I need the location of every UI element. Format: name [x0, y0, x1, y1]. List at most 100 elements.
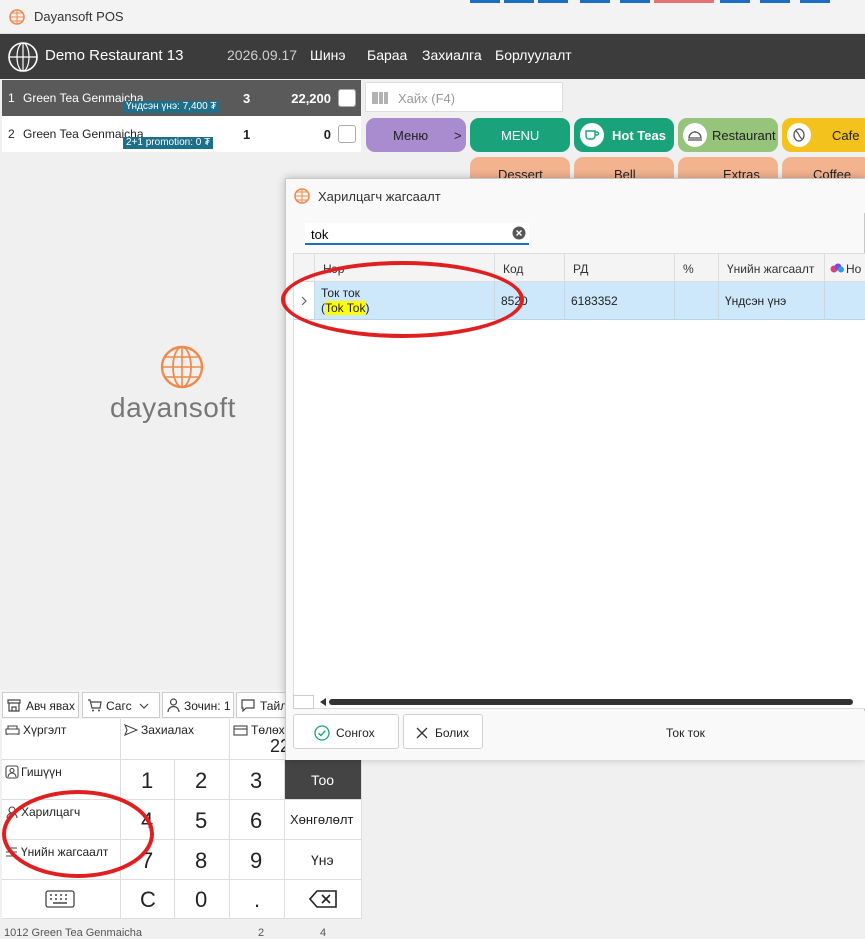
grid-header-percent[interactable]: % — [675, 254, 719, 282]
key-clear[interactable]: C — [121, 880, 175, 919]
product-search-box[interactable]: Хайх (F4) — [365, 82, 563, 112]
customer-price-list: Үндсэн үнэ — [725, 294, 787, 308]
grid-header-name[interactable]: Нэр — [315, 254, 495, 282]
close-icon — [416, 727, 428, 739]
grid-header-label: РД — [573, 262, 589, 276]
price-mode-button[interactable]: Үнэ — [285, 840, 362, 880]
brand-name: dayansoft — [110, 392, 236, 423]
qty-mode-button[interactable]: Тоо — [285, 760, 362, 800]
restaurant-name: Demo Restaurant 13 — [45, 47, 184, 64]
customer-alias: (Tok Tok) — [321, 301, 369, 315]
cart-label: Сагс — [106, 699, 132, 713]
store-icon — [7, 699, 21, 712]
order-item-price-badge: 2+1 promotion: 0 ₮ — [123, 137, 214, 149]
cell-extra — [825, 282, 865, 320]
nav-new[interactable]: Шинэ — [310, 47, 346, 63]
select-button[interactable]: Сонгох — [293, 714, 399, 749]
key-8[interactable]: 8 — [175, 840, 230, 880]
cancel-button[interactable]: Болих — [403, 714, 483, 749]
category-label: Restaurant — [712, 128, 776, 143]
cart-dropdown[interactable]: Сагс — [82, 692, 160, 718]
grid-header-code[interactable]: Код — [495, 254, 565, 282]
globe-logo-icon[interactable] — [7, 41, 39, 73]
clear-search-icon[interactable] — [512, 226, 526, 240]
category-hot-teas[interactable]: Hot Teas — [574, 118, 674, 152]
key-9[interactable]: 9 — [230, 840, 285, 880]
scroll-thumb[interactable] — [329, 699, 853, 705]
window-title: Dayansoft POS — [34, 9, 124, 24]
keyboard-button[interactable] — [2, 880, 121, 919]
key-4[interactable]: 4 — [121, 800, 175, 840]
note-button[interactable]: Тайл — [236, 692, 292, 718]
key-3[interactable]: 3 — [230, 760, 285, 800]
takeaway-button[interactable]: Авч явах — [2, 692, 79, 718]
scroll-left-icon[interactable] — [319, 698, 327, 706]
key-6-label: 6 — [250, 808, 263, 833]
chevron-right-icon: > — [454, 128, 462, 143]
order-item-qty: 3 — [243, 91, 251, 106]
grid-header-rd[interactable]: РД — [565, 254, 675, 282]
guest-count-button[interactable]: Зочин: 1 — [162, 692, 234, 718]
customer-row[interactable]: Ток ток (Tok Tok) 8520 6183352 Үндсэн үн… — [294, 282, 865, 320]
grid-header-expander — [294, 254, 315, 282]
key-2[interactable]: 2 — [175, 760, 230, 800]
row-expander[interactable] — [294, 282, 315, 320]
cell-price-list: Үндсэн үнэ — [719, 282, 825, 320]
category-label: Cafe — [832, 128, 860, 143]
order-item-checkbox[interactable] — [338, 125, 356, 143]
backspace-button[interactable] — [285, 880, 362, 919]
customer-label: Харилцагч — [21, 805, 81, 819]
key-5[interactable]: 5 — [175, 800, 230, 840]
cart-icon — [88, 699, 102, 712]
pay-label: Төлөх — [251, 723, 285, 737]
order-submit-button[interactable]: Захиалах — [121, 719, 230, 760]
key-6[interactable]: 6 — [230, 800, 285, 840]
cell-percent — [675, 282, 719, 320]
grid-horizontal-scrollbar[interactable] — [293, 695, 859, 709]
keyboard-icon — [45, 890, 75, 908]
dialog-footer: Сонгох Болих Ток ток — [286, 711, 865, 760]
qty-mode-label: Тоо — [311, 772, 335, 788]
cancel-label: Болих — [435, 726, 469, 740]
category-cafe[interactable]: Cafe — [782, 118, 865, 152]
order-item-row[interactable]: 2 Green Tea Genmaicha 2+1 promotion: 0 ₮… — [2, 116, 361, 152]
grid-header-extra[interactable]: Но — [825, 254, 865, 282]
alias-highlight: Tok Tok — [325, 301, 366, 315]
delivery-button[interactable]: Хүргэлт — [2, 719, 121, 760]
delivery-label: Хүргэлт — [23, 723, 67, 737]
customer-button[interactable]: Харилцагч — [2, 800, 121, 840]
key-0[interactable]: 0 — [175, 880, 230, 919]
nav-products[interactable]: Бараа — [367, 47, 407, 63]
status-bar: 1012 Green Tea Genmaicha 2 4 — [0, 921, 865, 939]
member-button[interactable]: Гишүүн — [2, 760, 121, 800]
key-1[interactable]: 1 — [121, 760, 175, 800]
key-7[interactable]: 7 — [121, 840, 175, 880]
order-item-checkbox[interactable] — [338, 89, 356, 107]
grid-header-label: Но — [846, 262, 862, 276]
grid-header-label: % — [683, 262, 694, 276]
order-item-row[interactable]: 1 Green Tea Genmaicha Үндсэн үнэ: 7,400 … — [2, 80, 361, 116]
key-8-label: 8 — [195, 848, 208, 873]
business-date: 2026.09.17 — [227, 47, 298, 63]
category-label: MENU — [501, 128, 540, 143]
price-list-button[interactable]: Үнийн жагсаалт — [2, 840, 121, 880]
chevron-down-icon — [139, 703, 149, 709]
order-item-qty: 1 — [243, 127, 251, 142]
nav-orders[interactable]: Захиалга — [422, 47, 482, 63]
select-label: Сонгох — [336, 726, 375, 740]
order-options-bar: Авч явах Сагс Зочин: 1 Тайл — [0, 690, 292, 720]
category-menu-en[interactable]: MENU — [470, 118, 570, 152]
customer-search-input[interactable] — [309, 224, 503, 244]
category-menu[interactable]: Меню > — [366, 118, 466, 152]
takeaway-label: Авч явах — [26, 699, 75, 713]
discount-mode-button[interactable]: Хөнгөлөлт — [285, 800, 362, 840]
key-dot[interactable]: . — [230, 880, 285, 919]
cell-customer-name: Ток ток (Tok Tok) — [315, 282, 495, 320]
grid-header-price-list[interactable]: Үнийн жагсаалт — [719, 254, 825, 282]
guest-count-label: Зочин: 1 — [184, 699, 231, 713]
coffee-bean-icon — [787, 123, 811, 147]
category-restaurant[interactable]: Restaurant — [678, 118, 778, 152]
check-circle-icon — [314, 725, 330, 741]
customer-search-field[interactable] — [305, 223, 529, 245]
nav-sales[interactable]: Борлуулалт — [495, 47, 572, 63]
